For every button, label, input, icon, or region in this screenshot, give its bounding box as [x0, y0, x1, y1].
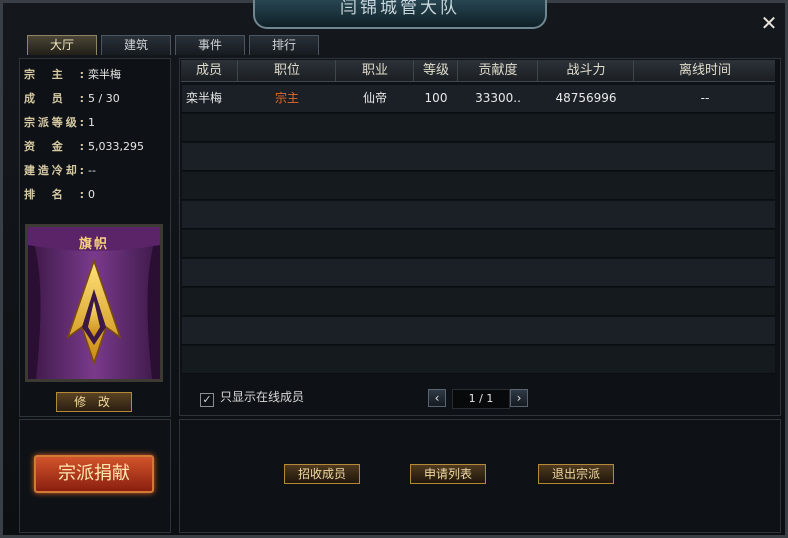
online-only-toggle[interactable]: ✓ 只显示在线成员 — [200, 388, 304, 407]
application-list-button[interactable]: 申请列表 — [410, 464, 486, 484]
online-only-label: 只显示在线成员 — [220, 390, 305, 404]
table-row[interactable]: 栾半梅 宗主 仙帝 100 33300.. 48756996 -- — [182, 85, 775, 113]
rank-value: 0 — [88, 188, 95, 201]
col-member[interactable]: 成员 — [181, 60, 237, 81]
members-label: 成员: — [24, 92, 84, 105]
sect-window: 闫锦城管大队 ✕ 大厅 建筑 事件 排行 宗主: 栾半梅 成员: 5 / 30 宗派… — [0, 0, 788, 538]
page-indicator: 1 / 1 — [452, 389, 510, 409]
rank-label: 排名: — [24, 188, 84, 201]
checkbox-check-icon[interactable]: ✓ — [200, 393, 214, 407]
cooldown-label: 建造冷却: — [24, 164, 84, 177]
funds-value: 5,033,295 — [88, 140, 144, 153]
banner-title: 旗帜 — [78, 237, 109, 252]
prev-page-icon[interactable]: ‹ — [428, 389, 446, 407]
window-title-banner: 闫锦城管大队 — [253, 0, 547, 29]
leave-sect-button[interactable]: 退出宗派 — [538, 464, 614, 484]
cooldown-row: 建造冷却: -- — [24, 162, 96, 180]
table-row — [182, 230, 775, 258]
leader-label: 宗主: — [24, 68, 84, 81]
recruit-members-button[interactable]: 招收成员 — [284, 464, 360, 484]
col-class[interactable]: 职业 — [335, 60, 414, 81]
table-row — [182, 346, 775, 374]
rank-row: 排名: 0 — [24, 186, 95, 204]
close-icon[interactable]: ✕ — [759, 13, 779, 33]
table-row — [182, 317, 775, 345]
leader-value: 栾半梅 — [88, 68, 121, 81]
action-panel: 招收成员 申请列表 退出宗派 — [179, 419, 781, 533]
col-power[interactable]: 战斗力 — [537, 60, 634, 81]
sect-banner: 旗帜 — [25, 224, 163, 382]
funds-row: 资金: 5,033,295 — [24, 138, 144, 156]
sect-level-row: 宗派等级: 1 — [24, 114, 95, 132]
donate-panel: 宗派捐献 — [19, 419, 171, 533]
tab-events[interactable]: 事件 — [175, 35, 245, 55]
table-row — [182, 288, 775, 316]
window-title: 闫锦城管大队 — [340, 0, 460, 18]
sect-level-label: 宗派等级: — [24, 116, 84, 129]
tab-buildings[interactable]: 建筑 — [101, 35, 171, 55]
table-row — [182, 143, 775, 171]
leader-row: 宗主: 栾半梅 — [24, 66, 121, 84]
member-table-panel: 成员 职位 职业 等级 贡献度 战斗力 离线时间 栾半梅 宗主 仙帝 100 3… — [179, 58, 781, 416]
tab-hall[interactable]: 大厅 — [27, 35, 97, 55]
cell-contribution: 33300.. — [475, 91, 521, 105]
member-table-header: 成员 职位 职业 等级 贡献度 战斗力 离线时间 — [181, 60, 775, 82]
cooldown-value: -- — [88, 164, 96, 177]
table-row — [182, 172, 775, 200]
cell-class: 仙帝 — [362, 91, 387, 105]
cell-level: 100 — [424, 91, 448, 105]
cell-offline: -- — [700, 91, 710, 105]
funds-label: 资金: — [24, 140, 84, 153]
donate-button[interactable]: 宗派捐献 — [34, 455, 154, 493]
cell-power: 48756996 — [555, 91, 617, 105]
members-value: 5 / 30 — [88, 92, 120, 105]
sect-info-panel: 宗主: 栾半梅 成员: 5 / 30 宗派等级: 1 资金: 5,033,295 建造冷… — [19, 58, 171, 417]
table-row — [182, 201, 775, 229]
cell-role: 宗主 — [274, 91, 299, 105]
next-page-icon[interactable]: › — [510, 389, 528, 407]
col-contribution[interactable]: 贡献度 — [457, 60, 538, 81]
modify-banner-button[interactable]: 修 改 — [56, 392, 132, 412]
tab-ranking[interactable]: 排行 — [249, 35, 319, 55]
table-row — [182, 259, 775, 287]
cell-member: 栾半梅 — [186, 91, 223, 105]
col-level[interactable]: 等级 — [413, 60, 458, 81]
col-role[interactable]: 职位 — [237, 60, 336, 81]
sect-level-value: 1 — [88, 116, 95, 129]
table-row — [182, 114, 775, 142]
members-row: 成员: 5 / 30 — [24, 90, 120, 108]
col-offline[interactable]: 离线时间 — [633, 60, 776, 81]
